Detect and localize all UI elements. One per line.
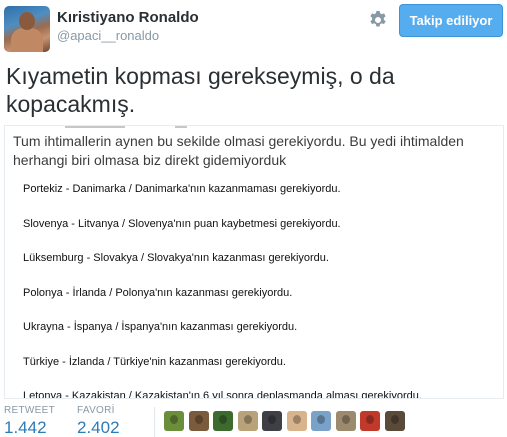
media-scenario-line: Polonya - İrlanda / Polonya'nın kazanmas… — [23, 286, 293, 299]
favoriter-avatar[interactable] — [164, 411, 184, 431]
following-button[interactable]: Takip ediliyor — [399, 4, 503, 37]
favoriter-avatar[interactable] — [188, 411, 209, 431]
tweet-stats: RETWEET 1.442 FAVORİ 2.402 — [4, 405, 507, 437]
media-scenario-list: Portekiz - Danimarka / Danimarka'nın kaz… — [23, 183, 422, 399]
favoriter-avatar[interactable] — [262, 411, 282, 431]
favoriter-avatar[interactable] — [335, 411, 356, 431]
media-scenario-line: Türkiye - İzlanda / Türkiye'nin kazanmas… — [23, 355, 286, 368]
favoriter-avatar[interactable] — [360, 411, 380, 431]
retweet-stat[interactable]: RETWEET 1.442 — [4, 405, 55, 437]
gear-icon[interactable] — [368, 10, 388, 30]
favoriter-avatar[interactable] — [237, 411, 258, 431]
favoriter-avatar[interactable] — [213, 411, 233, 431]
media-scenario-line: Letonya - Kazakistan / Kazakistan'ın 6 y… — [23, 390, 422, 399]
favoriter-avatar[interactable] — [286, 411, 307, 431]
favoriter-avatar[interactable] — [384, 411, 405, 431]
media-scenario-line: Slovenya - Litvanya / Slovenya'nın puan … — [23, 217, 341, 230]
user-handle[interactable]: @apaci__ronaldo — [57, 28, 159, 43]
tweet-header: Kıristiyano Ronaldo @apaci__ronaldo Taki… — [0, 0, 507, 56]
media-scenario-line: Lüksemburg - Slovakya / Slovakya'nın kaz… — [23, 252, 329, 264]
favorite-stat[interactable]: FAVORİ 2.402 — [77, 405, 120, 437]
user-avatar[interactable] — [4, 6, 50, 52]
media-scenario-line: Ukrayna - İspanya / İspanya'nın kazanmas… — [23, 321, 298, 333]
media-intro-text: Tum ihtimallerin aynen bu sekilde olmasi… — [13, 133, 464, 168]
retweet-label: RETWEET — [4, 405, 55, 416]
avatar-figure-body — [11, 28, 43, 52]
image-crop-artifact — [175, 126, 187, 128]
retweet-count[interactable]: 1.442 — [4, 418, 55, 437]
user-display-name[interactable]: Kıristiyano Ronaldo — [57, 9, 199, 26]
tweet-media-image[interactable]: Tum ihtimallerin aynen bu sekilde olmasi… — [4, 125, 504, 399]
image-crop-artifact — [65, 126, 125, 128]
favoriter-avatar[interactable] — [311, 411, 331, 431]
stats-divider — [154, 407, 155, 437]
favorite-label: FAVORİ — [77, 405, 115, 416]
media-scenario-line: Portekiz - Danimarka / Danimarka'nın kaz… — [23, 183, 341, 195]
tweet-text: Kıyametin kopması gerekseymiş, o da kopa… — [6, 63, 395, 117]
favorite-count[interactable]: 2.402 — [77, 418, 120, 437]
avatar-figure-head — [19, 12, 35, 30]
